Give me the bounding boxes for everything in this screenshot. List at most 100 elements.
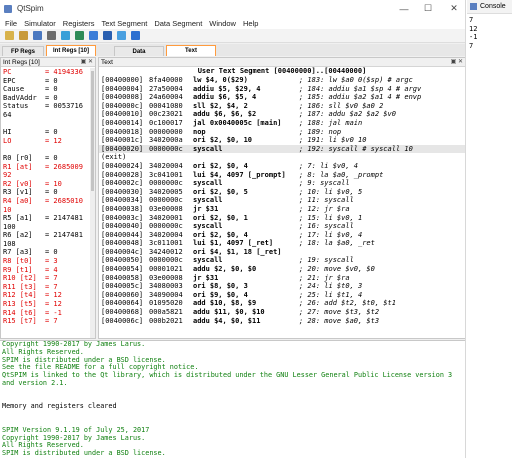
source-comment: ; 8: la $a0, _prompt <box>299 170 384 179</box>
instruction-row[interactable]: [00400060] 34090004 ori $9, $0, 4 ; 25: li … <box>99 291 465 300</box>
instruction-row[interactable]: [00400010] 00c23021 addu $6, $6, $2 ; 187: … <box>99 110 465 119</box>
menu-file[interactable]: File <box>5 19 17 28</box>
register-value: = 0 <box>45 93 58 102</box>
instruction-address: [00400050] <box>101 256 144 265</box>
basic-instruction: ori $2, $0, 1 <box>193 213 248 222</box>
register-name <box>3 120 45 129</box>
instruction-row[interactable]: [00400064] 01095020 add $10, $8, $9 ; 26: a… <box>99 299 465 308</box>
tab-bar: FP Regs Int Regs [10] Data Text <box>0 44 465 56</box>
instruction-row[interactable]: [00400004] 27a50004 addiu $5, $29, 4 ; 184:… <box>99 85 465 94</box>
instruction-address: [00400010] <box>101 110 144 119</box>
instruction-row[interactable]: [00400038] 03e00008 jr $31 ; 12: jr $ra <box>99 205 465 214</box>
instruction-row[interactable]: [00400048] 3c011001 lui $1, 4097 [_ret] ; 1… <box>99 239 465 248</box>
register-row <box>3 145 95 154</box>
help-icon[interactable] <box>131 31 140 40</box>
run-icon[interactable] <box>75 31 84 40</box>
tab-text[interactable]: Text <box>166 45 216 56</box>
basic-instruction: ori $2, $0, 5 <box>193 187 248 196</box>
register-row: Status = 0053716 <box>3 102 95 111</box>
stop-icon[interactable] <box>103 31 112 40</box>
instruction-row[interactable]: [0040003c] 34020001 ori $2, $0, 1 ; 15: li … <box>99 214 465 223</box>
tab-data[interactable]: Data <box>114 46 164 56</box>
close-button[interactable]: ✕ <box>444 0 464 17</box>
basic-instruction: addiu $5, $29, 4 <box>193 84 261 93</box>
machine-code: 8fa40000 <box>149 76 183 84</box>
register-value: = 12 <box>45 300 62 309</box>
menu-window[interactable]: Window <box>209 19 236 28</box>
machine-code: 0000000c <box>149 256 183 265</box>
instruction-row[interactable]: [00400068] 000a5821 addu $11, $0, $10 ; 27:… <box>99 308 465 317</box>
source-comment: ; 18: la $a0, _ret <box>299 239 375 248</box>
instruction-row[interactable]: (exit) <box>99 153 465 162</box>
tab-fp-regs[interactable]: FP Regs <box>2 46 44 56</box>
instruction-row[interactable]: [00400008] 24a60004 addiu $6, $5, 4 ; 185: … <box>99 93 465 102</box>
maximize-button[interactable]: ☐ <box>418 0 438 17</box>
load-file-icon[interactable] <box>5 31 14 40</box>
instruction-address: [0040006c] <box>101 316 144 325</box>
int-regs-pane-header: Int Regs [10] ▣ ✕ <box>1 58 95 67</box>
machine-code: 34020001 <box>149 213 183 222</box>
current-instruction-row[interactable]: [00400020] 0000000c syscall ; 192: syscall … <box>99 144 465 154</box>
instruction-row[interactable]: [00400040] 0000000c syscall ; 16: syscall <box>99 222 465 231</box>
instruction-row[interactable]: [00400014] 0c100017 jal 0x0040005c [main];… <box>99 119 465 128</box>
instruction-row[interactable]: [0040006c] 000b2021 addu $4, $0, $11 ; 28: … <box>99 317 465 326</box>
register-name: R5 [a1] <box>3 214 33 223</box>
menu-text-segment[interactable]: Text Segment <box>101 19 147 28</box>
instruction-row[interactable]: [0040005c] 34080003 ori $8, $0, 3 ; 24: li … <box>99 282 465 291</box>
tab-int-regs[interactable]: Int Regs [10] <box>46 45 96 56</box>
menu-help[interactable]: Help <box>243 19 258 28</box>
register-list: PC = 4194336 EPC = 0 Cause = 0 BadVAddr = 0 Stat… <box>1 67 95 326</box>
instruction-row[interactable]: [0040001c] 3402000a ori $2, $0, 10 ; 191: l… <box>99 136 465 145</box>
register-value <box>45 111 95 120</box>
instruction-address: [00400044] <box>101 230 144 239</box>
instruction-row[interactable]: [00400044] 34020004 ori $2, $0, 4 ; 17: li … <box>99 231 465 240</box>
register-name: 92 <box>3 171 12 180</box>
instruction-row[interactable]: [00400030] 34020005 ori $2, $0, 5 ; 10: li … <box>99 188 465 197</box>
register-name: Status <box>3 102 29 111</box>
instruction-row[interactable]: [00400034] 0000000c syscall ; 11: syscall <box>99 196 465 205</box>
instruction-row[interactable]: [00400054] 00001021 addu $2, $0, $0 ; 20: m… <box>99 265 465 274</box>
machine-code: 0c100017 <box>149 118 183 127</box>
print-icon[interactable] <box>47 31 56 40</box>
menu-simulator[interactable]: Simulator <box>24 19 56 28</box>
instruction-address: [00400068] <box>101 308 144 317</box>
instruction-row[interactable]: [00400024] 34020004 ori $2, $0, 4 ; 7: li $… <box>99 162 465 171</box>
pane-float-close-icon[interactable]: ▣ ✕ <box>451 58 463 65</box>
minimize-button[interactable]: — <box>394 0 414 17</box>
register-name: R9 [t1] <box>3 265 33 274</box>
basic-instruction: ori $2, $0, 10 <box>193 136 253 145</box>
single-step-icon[interactable] <box>117 31 126 40</box>
clear-registers-icon[interactable] <box>61 31 70 40</box>
source-comment: ; 10: li $v0, 5 <box>299 187 363 196</box>
machine-code: 34240012 <box>149 247 183 256</box>
pane-float-close-icon[interactable]: ▣ ✕ <box>81 58 93 65</box>
instruction-address: [00400038] <box>101 204 144 213</box>
source-comment: ; 188: jal main <box>299 118 363 127</box>
menu-data-segment[interactable]: Data Segment <box>154 19 202 28</box>
instruction-address: [0040005c] <box>101 282 144 291</box>
menu-registers[interactable]: Registers <box>63 19 95 28</box>
instruction-row[interactable]: [00400028] 3c041001 lui $4, 4097 [_prompt]… <box>99 171 465 180</box>
instruction-row[interactable]: [00400058] 03e00008 jr $31 ; 21: jr $ra <box>99 274 465 283</box>
reinitialize-load-icon[interactable] <box>19 31 28 40</box>
machine-code: 0000000c <box>149 144 183 153</box>
register-scrollbar[interactable] <box>90 68 95 338</box>
register-name: R6 [a2] <box>3 231 33 240</box>
scrollbar-thumb[interactable] <box>91 71 94 191</box>
instruction-row[interactable]: [00400000] 8fa40000 lw $4, 0($29) ; 183: lw… <box>99 76 465 85</box>
machine-code: 000a5821 <box>149 308 183 317</box>
register-value: = 0 <box>45 128 58 137</box>
save-log-icon[interactable] <box>33 31 42 40</box>
instruction-row[interactable]: [0040002c] 0000000c syscall ; 9: syscall <box>99 179 465 188</box>
instruction-list: [00400000] 8fa40000 lw $4, 0($29) ; 183: lw… <box>99 76 465 325</box>
instruction-row[interactable]: [0040004c] 34240012 ori $4, $1, 18 [_ret] <box>99 248 465 257</box>
pause-icon[interactable] <box>89 31 98 40</box>
register-name: 100 <box>3 222 16 231</box>
basic-instruction: nop <box>193 127 206 136</box>
register-name: R13 [t5] <box>3 300 37 309</box>
instruction-row[interactable]: [00400050] 0000000c syscall ; 19: syscall <box>99 256 465 265</box>
basic-instruction: lw $4, 0($29) <box>193 76 248 84</box>
instruction-row[interactable]: [0040000c] 00041080 sll $2, $4, 2 ; 186: sl… <box>99 102 465 111</box>
register-name: R11 [t3] <box>3 282 37 291</box>
instruction-row[interactable]: [00400018] 00000000 nop ; 189: nop <box>99 128 465 137</box>
